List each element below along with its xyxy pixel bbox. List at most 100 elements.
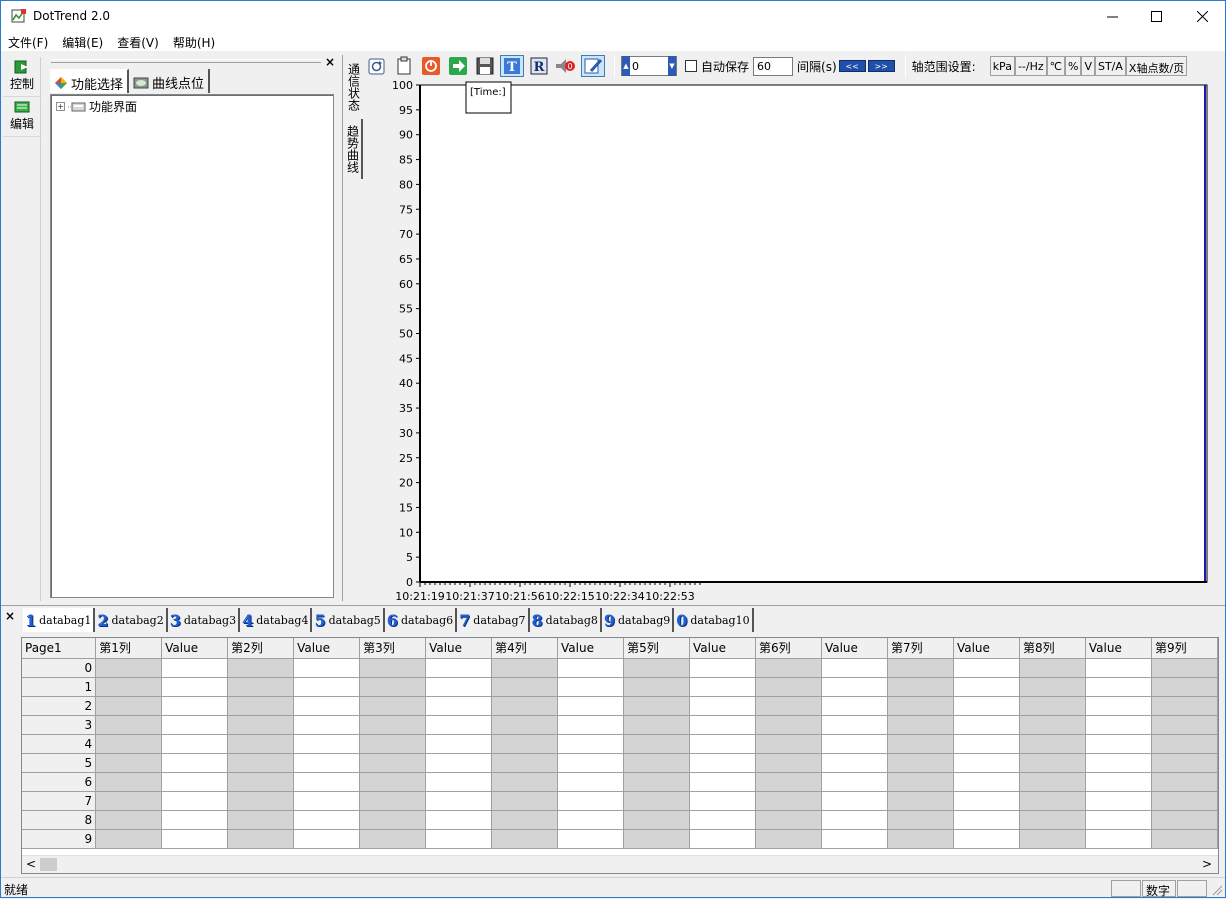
table-cell[interactable] xyxy=(95,715,163,735)
table-cell[interactable] xyxy=(227,715,295,735)
table-cell[interactable] xyxy=(953,753,1020,773)
unit-sta-button[interactable]: ST/A xyxy=(1094,56,1126,76)
menu-help[interactable]: 帮助(H) xyxy=(166,31,222,51)
table-cell[interactable] xyxy=(95,810,163,830)
table-cell[interactable] xyxy=(887,696,954,716)
table-cell[interactable] xyxy=(425,829,493,849)
table-cell[interactable] xyxy=(491,810,559,830)
table-cell[interactable] xyxy=(623,715,690,735)
table-cell[interactable] xyxy=(1151,791,1218,811)
page-spinner[interactable]: ▲ 0 ▼ xyxy=(621,56,677,76)
row-header[interactable]: 7 xyxy=(22,791,97,811)
table-cell[interactable] xyxy=(359,753,427,773)
minimize-button[interactable] xyxy=(1089,1,1135,31)
table-cell[interactable] xyxy=(689,715,757,735)
refresh-button[interactable] xyxy=(365,55,389,77)
table-cell[interactable] xyxy=(1019,696,1086,716)
table-cell[interactable] xyxy=(1019,772,1086,792)
table-cell[interactable] xyxy=(887,734,954,754)
table-cell[interactable] xyxy=(821,715,889,735)
table-cell[interactable] xyxy=(689,829,757,849)
table-cell[interactable] xyxy=(755,658,822,678)
table-cell[interactable] xyxy=(887,715,954,735)
column-header[interactable]: Value xyxy=(953,638,1020,659)
unit-volt-button[interactable]: V xyxy=(1081,56,1095,76)
table-cell[interactable] xyxy=(161,734,229,754)
row-header[interactable]: 6 xyxy=(22,772,97,792)
table-cell[interactable] xyxy=(227,677,295,697)
scroll-left-icon[interactable]: < xyxy=(26,857,36,871)
table-cell[interactable] xyxy=(425,677,493,697)
tab-databag-9[interactable]: 9 databag9 xyxy=(602,608,675,632)
table-cell[interactable] xyxy=(425,772,493,792)
table-cell[interactable] xyxy=(425,734,493,754)
prev-button[interactable]: << xyxy=(838,60,866,72)
column-header[interactable]: Value xyxy=(689,638,757,659)
column-header[interactable]: 第5列 xyxy=(623,638,690,659)
table-cell[interactable] xyxy=(1019,810,1086,830)
column-header[interactable]: 第6列 xyxy=(755,638,822,659)
clipboard-button[interactable] xyxy=(392,55,416,77)
menu-view[interactable]: 查看(V) xyxy=(110,31,166,51)
table-cell[interactable] xyxy=(1019,658,1086,678)
table-cell[interactable] xyxy=(689,753,757,773)
tree-view[interactable]: + 功能界面 xyxy=(50,94,334,598)
table-cell[interactable] xyxy=(1085,696,1152,716)
spin-up-icon[interactable]: ▲ xyxy=(622,56,630,76)
table-cell[interactable] xyxy=(293,772,361,792)
table-cell[interactable] xyxy=(821,658,889,678)
table-cell[interactable] xyxy=(293,753,361,773)
table-cell[interactable] xyxy=(689,734,757,754)
table-cell[interactable] xyxy=(1151,734,1218,754)
tab-databag-4[interactable]: 4 databag4 xyxy=(240,608,313,632)
resize-grip-icon[interactable] xyxy=(1211,884,1223,896)
column-header[interactable]: 第4列 xyxy=(491,638,559,659)
table-cell[interactable] xyxy=(953,715,1020,735)
table-cell[interactable] xyxy=(1085,772,1152,792)
table-cell[interactable] xyxy=(1019,715,1086,735)
scroll-thumb[interactable] xyxy=(40,858,57,871)
scroll-right-icon[interactable]: > xyxy=(1202,857,1212,871)
table-cell[interactable] xyxy=(491,753,559,773)
table-cell[interactable] xyxy=(95,753,163,773)
table-cell[interactable] xyxy=(491,658,559,678)
table-cell[interactable] xyxy=(425,696,493,716)
table-cell[interactable] xyxy=(887,810,954,830)
table-cell[interactable] xyxy=(953,677,1020,697)
table-cell[interactable] xyxy=(821,734,889,754)
table-cell[interactable] xyxy=(689,791,757,811)
table-cell[interactable] xyxy=(491,734,559,754)
table-cell[interactable] xyxy=(1019,753,1086,773)
table-cell[interactable] xyxy=(293,791,361,811)
table-cell[interactable] xyxy=(359,696,427,716)
table-cell[interactable] xyxy=(557,753,625,773)
table-cell[interactable] xyxy=(623,677,690,697)
row-header[interactable]: 2 xyxy=(22,696,97,716)
chart-svg[interactable]: 0 5 10 15 20 25 30 35 40 45 50 55 60 65 70 75 80 85 90 95 10… xyxy=(365,79,1225,605)
column-header[interactable]: 第8列 xyxy=(1019,638,1086,659)
column-header[interactable]: Value xyxy=(821,638,889,659)
table-cell[interactable] xyxy=(293,658,361,678)
tab-databag-1[interactable]: 1 databag1 xyxy=(23,608,96,632)
table-cell[interactable] xyxy=(821,810,889,830)
spin-down-icon[interactable]: ▼ xyxy=(668,56,676,76)
table-cell[interactable] xyxy=(293,715,361,735)
table-cell[interactable] xyxy=(161,829,229,849)
tab-databag-3[interactable]: 3 databag3 xyxy=(168,608,241,632)
unit-celsius-button[interactable]: ℃ xyxy=(1046,56,1065,76)
table-cell[interactable] xyxy=(821,829,889,849)
table-cell[interactable] xyxy=(755,810,822,830)
table-cell[interactable] xyxy=(1151,772,1218,792)
row-header[interactable]: 9 xyxy=(22,829,97,849)
table-cell[interactable] xyxy=(557,658,625,678)
table-cell[interactable] xyxy=(623,791,690,811)
table-cell[interactable] xyxy=(755,829,822,849)
save-button[interactable] xyxy=(473,55,497,77)
column-header[interactable]: Value xyxy=(557,638,625,659)
table-cell[interactable] xyxy=(887,677,954,697)
table-cell[interactable] xyxy=(161,772,229,792)
table-cell[interactable] xyxy=(95,677,163,697)
table-cell[interactable] xyxy=(425,753,493,773)
table-cell[interactable] xyxy=(1151,829,1218,849)
table-cell[interactable] xyxy=(359,658,427,678)
